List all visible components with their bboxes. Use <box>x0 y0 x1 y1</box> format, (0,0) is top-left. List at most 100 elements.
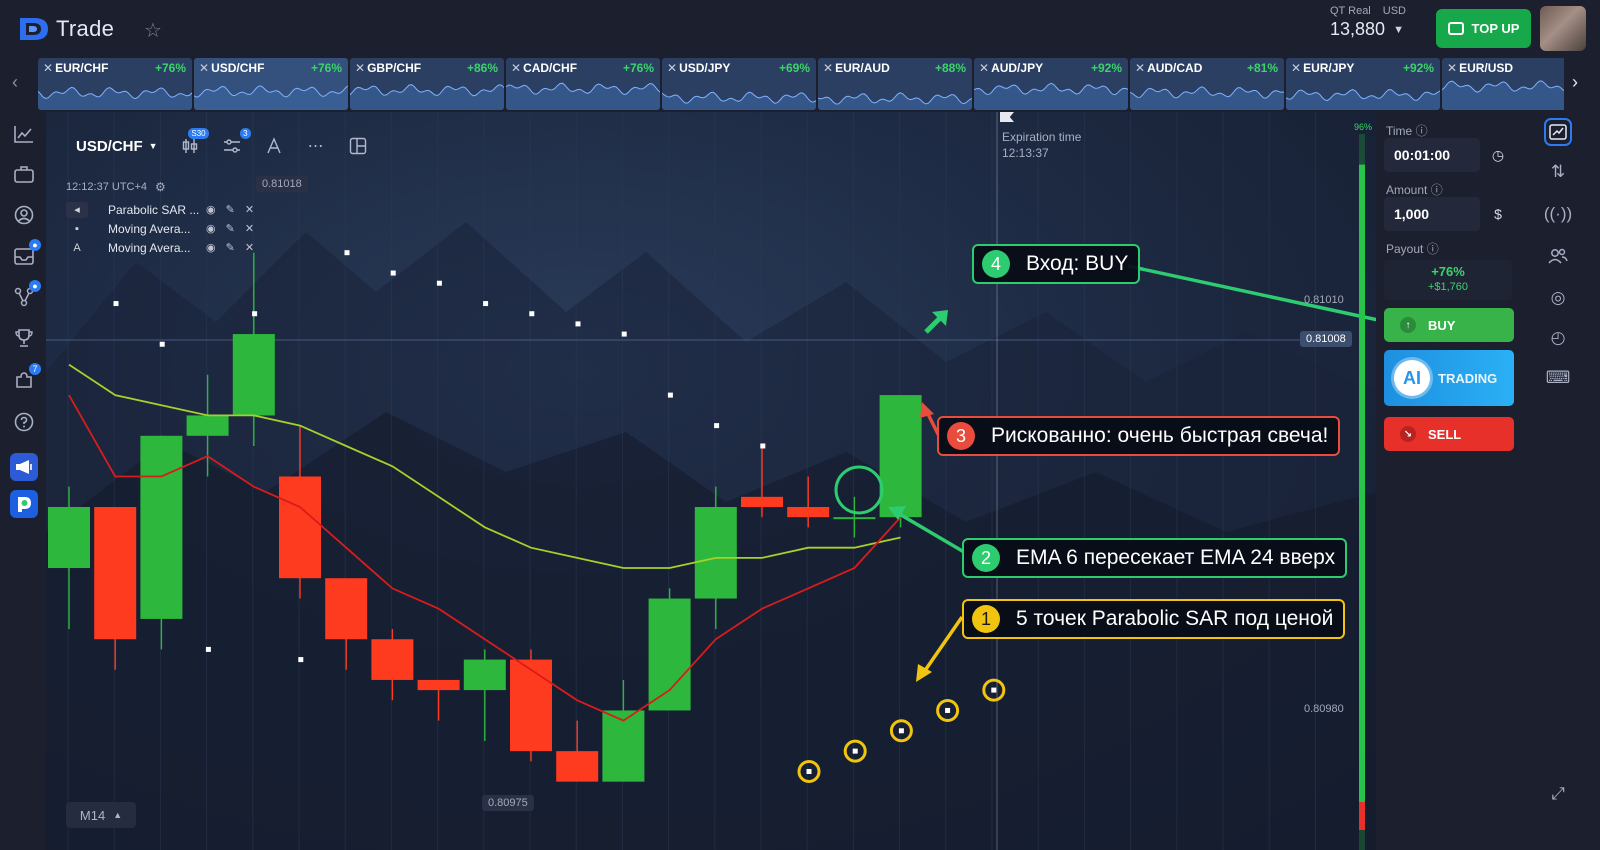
megaphone-icon[interactable] <box>10 453 38 481</box>
clock-icon[interactable]: ◷ <box>1488 138 1508 172</box>
puzzle-icon[interactable]: 7 <box>12 363 41 392</box>
bull-candle[interactable] <box>232 334 275 416</box>
asset-name-text: EUR/USD <box>1459 61 1514 75</box>
asset-tile[interactable]: ✕ EUR/CHF +76% <box>38 58 192 110</box>
pencil-icon[interactable]: ✎ <box>226 222 235 235</box>
ai-trading-button[interactable]: AI TRADING <box>1384 350 1514 406</box>
indicator-row[interactable]: A Moving Avera... ◉ ✎ ✕ <box>66 238 254 257</box>
bear-candle[interactable] <box>417 679 460 691</box>
close-icon[interactable]: ✕ <box>245 241 254 254</box>
eye-icon[interactable]: ◉ <box>206 203 216 216</box>
users-icon[interactable] <box>1544 242 1572 270</box>
close-icon[interactable]: ✕ <box>667 61 677 75</box>
timeframe-selector[interactable]: M14 ▲ <box>66 802 136 828</box>
close-icon[interactable]: ✕ <box>1291 61 1301 75</box>
gear-icon[interactable]: ⚙ <box>155 180 166 194</box>
network-icon[interactable]: ● <box>12 280 41 309</box>
bull-candle[interactable] <box>694 507 737 599</box>
asset-tile[interactable]: ✕ CAD/CHF +76% <box>506 58 660 110</box>
close-icon[interactable]: ✕ <box>355 61 365 75</box>
swap-icon[interactable]: ⇅ <box>1544 158 1572 186</box>
asset-tile[interactable]: ✕ EUR/JPY +92% <box>1286 58 1440 110</box>
drawing-tools-icon[interactable] <box>264 136 284 156</box>
history-icon[interactable]: ◴ <box>1544 324 1572 352</box>
asset-payout: +88% <box>934 61 966 75</box>
indicator-row[interactable]: ◂ Parabolic SAR ... ◉ ✎ ✕ <box>66 200 254 219</box>
bull-candle[interactable] <box>879 395 922 518</box>
bear-candle[interactable] <box>279 476 321 579</box>
logo[interactable]: Trade <box>18 14 114 44</box>
briefcase-icon[interactable] <box>12 162 36 186</box>
asset-sparkline <box>506 82 660 110</box>
signal-icon[interactable]: ((·)) <box>1544 200 1572 228</box>
app-logo-icon[interactable] <box>10 490 38 518</box>
indicators-icon[interactable]: 3 <box>222 128 251 156</box>
asset-tile[interactable]: ✕ USD/JPY +69% <box>662 58 816 110</box>
bull-candle[interactable] <box>186 415 229 436</box>
pencil-icon[interactable]: ✎ <box>226 241 235 254</box>
trophy-icon[interactable] <box>12 326 36 350</box>
close-icon[interactable]: ✕ <box>1447 61 1457 75</box>
scroll-left-icon[interactable]: ‹ <box>12 72 18 93</box>
bear-candle[interactable] <box>371 639 414 680</box>
favorite-star-icon[interactable]: ☆ <box>144 18 162 43</box>
asset-tile[interactable]: ✕ AUD/JPY +92% <box>974 58 1128 110</box>
close-icon[interactable]: ✕ <box>245 203 254 216</box>
close-icon[interactable]: ✕ <box>199 61 209 75</box>
info-icon[interactable]: ⓘ <box>1427 242 1439 256</box>
bull-candle[interactable] <box>463 659 506 691</box>
bear-candle[interactable] <box>510 659 552 752</box>
asset-tile[interactable]: ✕ USD/CHF +76% <box>194 58 348 110</box>
bear-candle[interactable] <box>787 507 830 518</box>
collapse-icon[interactable]: ◂ <box>66 201 88 218</box>
candle-type-icon[interactable]: S30 <box>180 128 209 156</box>
chart-line-icon[interactable] <box>12 122 36 146</box>
bull-candle[interactable] <box>833 517 876 520</box>
more-options-icon[interactable]: ⋯ <box>306 136 326 156</box>
layout-icon[interactable] <box>348 136 368 156</box>
dollar-icon[interactable]: $ <box>1488 197 1508 231</box>
bear-candle[interactable] <box>556 751 599 782</box>
bear-candle[interactable] <box>325 578 368 640</box>
pencil-icon[interactable]: ✎ <box>226 203 235 216</box>
eye-icon[interactable]: ◉ <box>206 241 216 254</box>
account-selector[interactable]: QT Real USD 13,880 ▼ <box>1330 5 1406 40</box>
asset-tile[interactable]: ✕ GBP/CHF +86% <box>350 58 504 110</box>
eye-icon[interactable]: ◉ <box>206 222 216 235</box>
info-icon[interactable]: ⓘ <box>1431 183 1443 197</box>
user-avatar[interactable] <box>1540 6 1586 51</box>
annotation-text: 5 точек Parabolic SAR под ценой <box>1016 607 1334 630</box>
pair-selector[interactable]: USD/CHF ▼ <box>76 138 158 155</box>
close-icon[interactable]: ✕ <box>1135 61 1145 75</box>
buy-button[interactable]: ↑ BUY <box>1384 308 1514 342</box>
asset-tile[interactable]: ✕ AUD/CAD +81% <box>1130 58 1284 110</box>
info-icon[interactable]: ⓘ <box>1416 124 1428 138</box>
bear-candle[interactable] <box>741 496 783 507</box>
wallet-icon <box>1447 22 1464 35</box>
asset-tile[interactable]: ✕ EUR/AUD +88% <box>818 58 972 110</box>
amount-input[interactable]: 1,000 <box>1384 197 1480 231</box>
close-icon[interactable]: ✕ <box>245 222 254 235</box>
bull-candle[interactable] <box>648 598 691 711</box>
indicator-row[interactable]: ▪ Moving Avera... ◉ ✎ ✕ <box>66 219 254 238</box>
target-icon[interactable]: ◎ <box>1544 284 1572 312</box>
trade-chart-icon[interactable] <box>1544 118 1572 146</box>
bull-candle[interactable] <box>48 507 90 569</box>
close-icon[interactable]: ✕ <box>979 61 989 75</box>
help-icon[interactable] <box>12 410 36 434</box>
fullscreen-icon[interactable]: ⤢ <box>1544 780 1572 808</box>
bull-candle[interactable] <box>140 435 183 619</box>
sell-button[interactable]: ↘ SELL <box>1384 417 1514 451</box>
inbox-icon[interactable]: ● <box>12 239 41 268</box>
chart-area[interactable]: USD/CHF ▼ S30 3 ⋯ 12:12:37 UTC+4 ⚙ ◂ Par… <box>46 112 1376 850</box>
user-icon[interactable] <box>12 203 36 227</box>
scroll-right-icon[interactable]: › <box>1572 72 1578 93</box>
asset-tile[interactable]: ✕ EUR/USD <box>1442 58 1564 110</box>
time-input[interactable]: 00:01:00 <box>1384 138 1480 172</box>
close-icon[interactable]: ✕ <box>511 61 521 75</box>
top-up-button[interactable]: TOP UP <box>1436 9 1531 48</box>
keyboard-icon[interactable]: ⌨ <box>1544 364 1572 392</box>
close-icon[interactable]: ✕ <box>823 61 833 75</box>
close-icon[interactable]: ✕ <box>43 61 53 75</box>
bear-candle[interactable] <box>94 507 137 640</box>
